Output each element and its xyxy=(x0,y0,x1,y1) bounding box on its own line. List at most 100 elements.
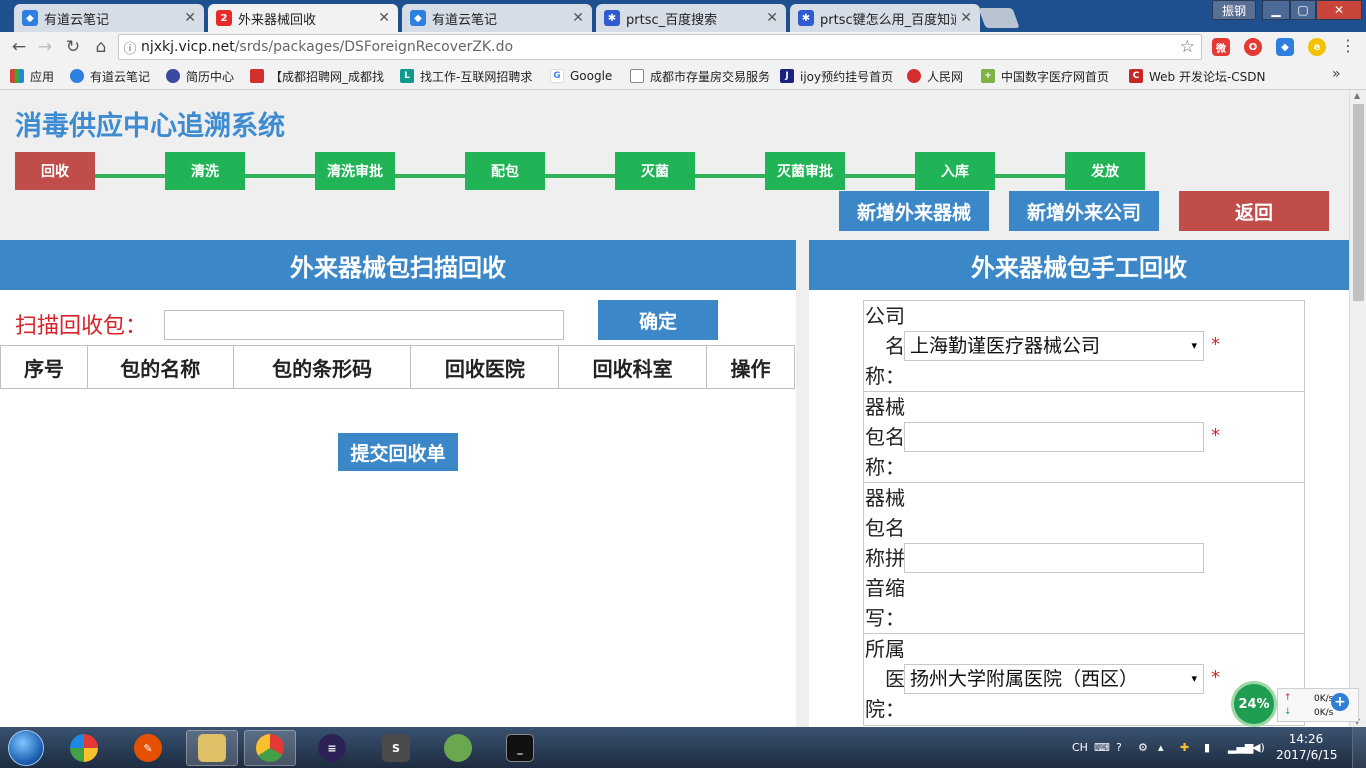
accelerate-plus-icon[interactable]: + xyxy=(1331,693,1349,711)
scroll-up-icon[interactable]: ▲ xyxy=(1354,91,1360,100)
bookmark-csdn[interactable]: C Web 开发论坛-CSDN xyxy=(1129,67,1266,85)
medical-cross-icon: + xyxy=(981,69,995,83)
bookmark-label: 人民网 xyxy=(927,69,964,84)
maximize-icon[interactable]: ▢ xyxy=(1290,0,1316,20)
close-icon[interactable]: ✕ xyxy=(572,10,584,26)
weibo-extension-icon[interactable]: 微 xyxy=(1212,38,1230,56)
page-icon xyxy=(630,69,644,83)
col-department: 回收科室 xyxy=(558,345,708,389)
bookmark-people[interactable]: 人民网 xyxy=(907,67,963,85)
youdao-extension-icon[interactable]: ◆ xyxy=(1276,38,1294,56)
bookmark-star-icon[interactable]: ☆ xyxy=(1180,37,1195,57)
taskbar-cmd[interactable]: _ xyxy=(494,730,546,766)
profile-button[interactable]: 振钢 xyxy=(1212,0,1256,20)
tab-youdao-note-1[interactable]: ◆ 有道云笔记 ✕ xyxy=(14,4,204,32)
new-company-button[interactable]: 新增外来公司 xyxy=(1009,191,1159,231)
back-button[interactable]: 返回 xyxy=(1179,191,1329,231)
more-bookmarks-icon[interactable]: » xyxy=(1332,66,1341,82)
bookmark-youdao[interactable]: 有道云笔记 xyxy=(70,67,150,85)
taskbar-android-studio[interactable] xyxy=(432,730,484,766)
reload-icon[interactable]: ↻ xyxy=(62,36,84,58)
power-icon[interactable]: ▮ xyxy=(1204,727,1210,768)
keyboard-icon[interactable]: ⌨ xyxy=(1094,727,1110,768)
home-icon[interactable]: ⌂ xyxy=(90,36,112,58)
table-header-row: 序号 包的名称 包的条形码 回收医院 回收科室 操作 xyxy=(0,345,795,389)
taskbar-sublime[interactable]: S xyxy=(370,730,422,766)
scan-input[interactable] xyxy=(164,310,564,340)
forward-arrow-icon[interactable]: → xyxy=(34,36,56,58)
bookmark-medical[interactable]: + 中国数字医疗网首页 xyxy=(981,67,1109,85)
show-desktop-button[interactable] xyxy=(1352,727,1366,768)
col-hospital: 回收医院 xyxy=(410,345,560,389)
step-storage[interactable]: 入库 xyxy=(915,152,995,190)
scrollbar-thumb[interactable] xyxy=(1353,104,1364,301)
bookmark-chengdu-jobs[interactable]: 【成都招聘网_成都找 xyxy=(250,67,384,85)
translate-extension-icon[interactable]: e xyxy=(1308,38,1326,56)
hospital-label: 医 xyxy=(885,667,905,691)
window-close-icon[interactable]: ✕ xyxy=(1316,0,1362,20)
system-clock[interactable]: 14:26 2017/6/15 xyxy=(1276,731,1338,763)
taskbar-pinwheel-app[interactable] xyxy=(58,730,110,766)
tab-baidu-search[interactable]: ✱ prtsc_百度搜索 ✕ xyxy=(596,4,786,32)
bookmark-google[interactable]: G Google xyxy=(550,67,612,85)
step-wash-approval[interactable]: 清洗审批 xyxy=(315,152,395,190)
hospital-label: 院： xyxy=(865,697,905,721)
confirm-button[interactable]: 确定 xyxy=(598,300,718,340)
tab-baidu-zhidao[interactable]: ✱ prtsc键怎么用_百度知道 ✕ xyxy=(790,4,980,32)
company-label: 公司 xyxy=(865,304,905,328)
chrome-menu-icon[interactable]: ⋮ xyxy=(1340,36,1356,55)
submit-recovery-button[interactable]: 提交回收单 xyxy=(338,433,458,471)
clock-date: 2017/6/15 xyxy=(1276,748,1338,762)
step-wash[interactable]: 清洗 xyxy=(165,152,245,190)
volume-icon[interactable]: ◀) xyxy=(1252,727,1265,768)
step-sterilize[interactable]: 灭菌 xyxy=(615,152,695,190)
tray-expand-icon[interactable]: ▴ xyxy=(1158,727,1164,768)
windows-start-icon[interactable] xyxy=(8,730,44,766)
bookmark-lagou[interactable]: L 找工作-互联网招聘求 xyxy=(400,67,532,85)
col-package-name: 包的名称 xyxy=(86,345,234,389)
bookmark-ijoy[interactable]: J ijoy预约挂号首页 xyxy=(780,67,893,85)
back-arrow-icon[interactable]: ← xyxy=(8,36,30,58)
company-select[interactable]: 上海勤谨医疗器械公司 ▾ xyxy=(904,331,1204,361)
close-icon[interactable]: ✕ xyxy=(184,10,196,26)
help-icon[interactable]: ? xyxy=(1116,727,1122,768)
step-distribute[interactable]: 发放 xyxy=(1065,152,1145,190)
new-instrument-button[interactable]: 新增外来器械 xyxy=(839,191,989,231)
network-speed-widget[interactable]: ↑ 0K/s ↓ 0K/s 24% + xyxy=(1231,681,1359,727)
tray-settings-icon[interactable]: ⚙ xyxy=(1138,727,1148,768)
page-viewport: 消毒供应中心追溯系统 回收 清洗 清洗审批 配包 灭菌 灭菌审批 入库 发放 新… xyxy=(0,90,1349,727)
opera-extension-icon[interactable]: O xyxy=(1244,38,1262,56)
taskbar-eclipse[interactable]: ≡ xyxy=(306,730,358,766)
required-mark: * xyxy=(1211,334,1220,355)
new-tab-button[interactable] xyxy=(978,8,1020,28)
page-scrollbar[interactable]: ▲ ▼ xyxy=(1349,90,1366,727)
step-recover[interactable]: 回收 xyxy=(15,152,95,190)
tab-youdao-note-2[interactable]: ◆ 有道云笔记 ✕ xyxy=(402,4,592,32)
close-icon[interactable]: ✕ xyxy=(766,10,778,26)
taskbar-chrome[interactable] xyxy=(244,730,296,766)
bookmark-resume[interactable]: 简历中心 xyxy=(166,67,234,85)
input-language[interactable]: CH xyxy=(1072,727,1088,768)
close-icon[interactable]: ✕ xyxy=(378,10,390,26)
address-bar[interactable]: ⓘ njxkj.vicp.net /srds/packages/DSForeig… xyxy=(118,34,1202,60)
tab-foreign-recovery[interactable]: 2 外来器械回收 ✕ xyxy=(208,4,398,32)
security-tray-icon[interactable]: ✚ xyxy=(1180,727,1189,768)
system-title: 消毒供应中心追溯系统 xyxy=(15,111,285,142)
close-icon[interactable]: ✕ xyxy=(960,10,972,26)
minimize-icon[interactable]: ▁ xyxy=(1262,0,1290,20)
company-label: 称： xyxy=(865,364,905,388)
package-name-input[interactable] xyxy=(904,422,1204,452)
info-icon[interactable]: ⓘ xyxy=(119,38,141,57)
memory-usage-badge[interactable]: 24% xyxy=(1231,681,1277,727)
bookmark-label: 成都市存量房交易服务 xyxy=(650,69,771,84)
tab-title: prtsc键怎么用_百度知道 xyxy=(820,12,957,28)
taskbar-toolbox-app[interactable]: ✎ xyxy=(122,730,174,766)
hospital-select[interactable]: 扬州大学附属医院（西区） ▾ xyxy=(904,664,1204,694)
network-icon[interactable]: ▂▄▆ xyxy=(1228,727,1253,768)
step-sterilize-approval[interactable]: 灭菌审批 xyxy=(765,152,845,190)
bookmark-housing[interactable]: 成都市存量房交易服务 xyxy=(630,67,770,85)
pinyin-input[interactable] xyxy=(904,543,1204,573)
taskbar-explorer[interactable] xyxy=(186,730,238,766)
bookmark-apps[interactable]: 应用 xyxy=(10,67,54,85)
step-pack[interactable]: 配包 xyxy=(465,152,545,190)
